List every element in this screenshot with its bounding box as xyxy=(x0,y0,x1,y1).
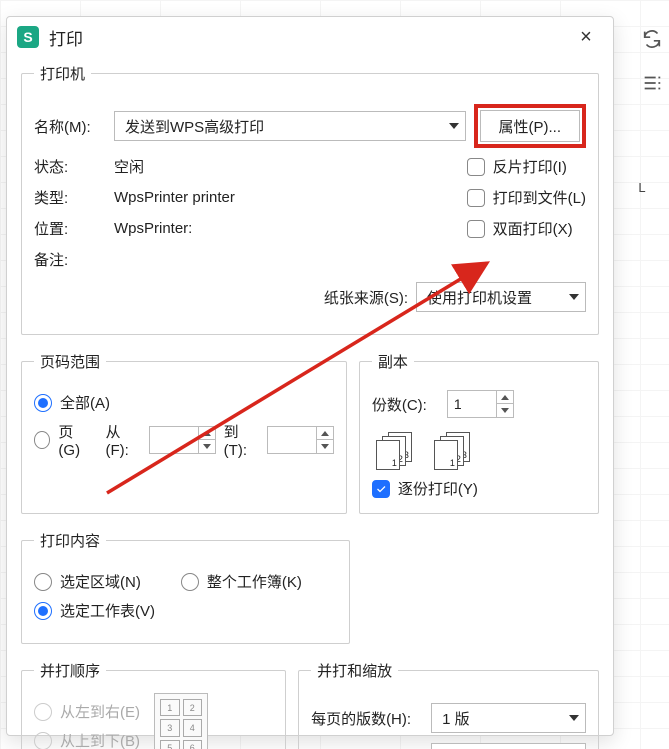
copies-count-label: 份数(C): xyxy=(372,394,427,415)
order-lr-radio: 从左到右(E) xyxy=(34,701,140,722)
order-lr-label: 从左到右(E) xyxy=(60,701,140,722)
per-page-label: 每页的版数(H): xyxy=(311,708,421,729)
range-to-label: 到(T): xyxy=(224,421,259,459)
range-all-radio[interactable]: 全部(A) xyxy=(34,392,110,413)
print-dialog: S 打印 × 打印机 名称(M): 发送到WPS高级打印 属性(P)... xyxy=(6,16,614,736)
scale-group: 并打和缩放 每页的版数(H): 1 版 按纸型缩放(Z): 无缩放 xyxy=(298,660,599,749)
range-pages-label: 页(G) xyxy=(58,421,91,459)
duplex-checkbox[interactable]: 双面打印(X) xyxy=(467,218,586,239)
copies-count-spinner[interactable]: 1 xyxy=(447,390,514,418)
collate-illustration: 3 2 1 3 2 1 xyxy=(376,432,586,466)
by-paper-combo[interactable]: 无缩放 xyxy=(431,743,586,749)
annotation-highlight: 属性(P)... xyxy=(474,104,587,148)
print-order-group: 并打顺序 从左到右(E) 从上到下(B) 重复(R) 12 34 56 xyxy=(21,660,286,749)
paper-source-value: 使用打印机设置 xyxy=(427,287,532,308)
printer-group-label: 打印机 xyxy=(34,63,91,84)
comment-label: 备注: xyxy=(34,249,106,270)
location-value: WpsPrinter: xyxy=(114,220,459,237)
dialog-title: 打印 xyxy=(49,25,83,50)
range-pages-radio[interactable]: 页(G) xyxy=(34,421,92,459)
page-range-group: 页码范围 全部(A) 页(G) 从(F): xyxy=(21,351,347,514)
content-workbook-radio[interactable]: 整个工作簿(K) xyxy=(181,571,302,592)
status-label: 状态: xyxy=(34,156,106,177)
chevron-down-icon xyxy=(569,294,579,300)
order-tb-label: 从上到下(B) xyxy=(60,730,140,749)
printer-group: 打印机 名称(M): 发送到WPS高级打印 属性(P)... 状态: 空闲 xyxy=(21,63,599,335)
copies-group-label: 副本 xyxy=(372,351,414,372)
printer-name-label: 名称(M): xyxy=(34,116,106,137)
paper-source-combo[interactable]: 使用打印机设置 xyxy=(416,282,586,312)
scale-group-label: 并打和缩放 xyxy=(311,660,398,681)
paper-source-label: 纸张来源(S): xyxy=(324,287,408,308)
content-workbook-label: 整个工作簿(K) xyxy=(207,571,302,592)
reverse-print-label: 反片打印(I) xyxy=(493,156,567,177)
close-button[interactable]: × xyxy=(571,22,601,52)
print-to-file-label: 打印到文件(L) xyxy=(493,187,586,208)
content-selection-radio[interactable]: 选定区域(N) xyxy=(34,571,141,592)
range-all-label: 全部(A) xyxy=(60,392,110,413)
properties-button[interactable]: 属性(P)... xyxy=(480,110,581,142)
chevron-down-icon xyxy=(449,123,459,129)
type-value: WpsPrinter printer xyxy=(114,189,459,206)
content-sheet-radio[interactable]: 选定工作表(V) xyxy=(34,600,155,621)
copies-group: 副本 份数(C): 1 3 2 1 xyxy=(359,351,599,514)
chevron-down-icon xyxy=(569,715,579,721)
printer-name-combo[interactable]: 发送到WPS高级打印 xyxy=(114,111,466,141)
print-content-label: 打印内容 xyxy=(34,530,106,551)
rotate-icon[interactable] xyxy=(641,28,663,54)
range-to-spinner[interactable] xyxy=(267,426,334,454)
status-value: 空闲 xyxy=(114,156,459,177)
location-label: 位置: xyxy=(34,218,106,239)
collate-label: 逐份打印(Y) xyxy=(398,478,478,499)
app-icon: S xyxy=(17,26,39,48)
order-tb-radio: 从上到下(B) xyxy=(34,730,140,749)
print-order-label: 并打顺序 xyxy=(34,660,106,681)
collate-checkbox[interactable]: 逐份打印(Y) xyxy=(372,478,478,499)
content-selection-label: 选定区域(N) xyxy=(60,571,141,592)
per-page-combo[interactable]: 1 版 xyxy=(431,703,586,733)
settings-icon[interactable] xyxy=(641,72,663,98)
column-header-L: L xyxy=(627,180,657,202)
reverse-print-checkbox[interactable]: 反片打印(I) xyxy=(467,156,586,177)
print-content-group: 打印内容 选定区域(N) 整个工作簿(K) 选定工作表(V) xyxy=(21,530,350,644)
print-to-file-checkbox[interactable]: 打印到文件(L) xyxy=(467,187,586,208)
sheet-side-icons xyxy=(641,28,663,98)
content-sheet-label: 选定工作表(V) xyxy=(60,600,155,621)
page-range-label: 页码范围 xyxy=(34,351,106,372)
printer-name-value: 发送到WPS高级打印 xyxy=(125,116,264,137)
duplex-label: 双面打印(X) xyxy=(493,218,573,239)
range-from-label: 从(F): xyxy=(106,421,141,459)
type-label: 类型: xyxy=(34,187,106,208)
copies-count-value: 1 xyxy=(448,396,496,412)
range-from-spinner[interactable] xyxy=(149,426,216,454)
per-page-value: 1 版 xyxy=(442,708,470,729)
order-thumbnail: 12 34 56 xyxy=(154,693,208,749)
